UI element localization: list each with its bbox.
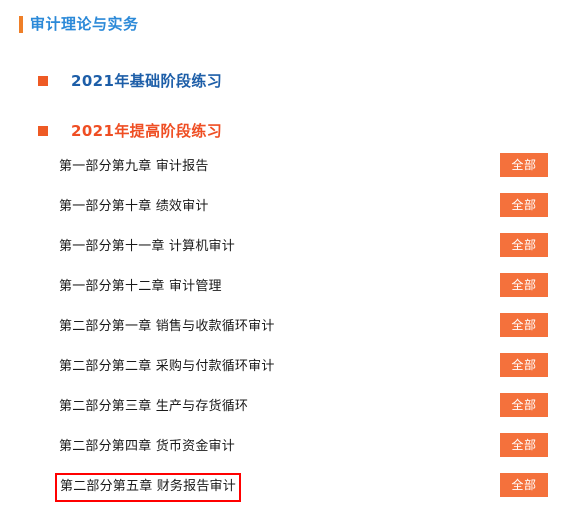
square-bullet-icon bbox=[38, 126, 48, 136]
list-item[interactable]: 第一部分第十章 绩效审计 全部 bbox=[0, 190, 568, 230]
chapter-title[interactable]: 第二部分第五章 财务报告审计 bbox=[55, 473, 241, 502]
chapter-title[interactable]: 第一部分第九章 审计报告 bbox=[57, 156, 211, 178]
view-all-button[interactable]: 全部 bbox=[500, 393, 548, 417]
view-all-button[interactable]: 全部 bbox=[500, 353, 548, 377]
chapter-title[interactable]: 第一部分第十二章 审计管理 bbox=[57, 276, 224, 298]
section-heading-basic[interactable]: 2021年基础阶段练习 bbox=[38, 70, 222, 92]
view-all-button[interactable]: 全部 bbox=[500, 273, 548, 297]
list-item[interactable]: 第二部分第三章 生产与存货循环 全部 bbox=[0, 390, 568, 430]
view-all-button[interactable]: 全部 bbox=[500, 193, 548, 217]
view-all-button[interactable]: 全部 bbox=[500, 433, 548, 457]
list-item[interactable]: 第一部分第九章 审计报告 全部 bbox=[0, 150, 568, 190]
chapter-title[interactable]: 第二部分第三章 生产与存货循环 bbox=[57, 396, 250, 418]
chapter-list: 第一部分第九章 审计报告 全部 第一部分第十章 绩效审计 全部 第一部分第十一章… bbox=[0, 150, 568, 510]
square-bullet-icon bbox=[38, 76, 48, 86]
chapter-title[interactable]: 第二部分第一章 销售与收款循环审计 bbox=[57, 316, 277, 338]
page-title-label: 审计理论与实务 bbox=[30, 14, 139, 33]
chapter-title[interactable]: 第一部分第十章 绩效审计 bbox=[57, 196, 211, 218]
section-heading-advanced[interactable]: 2021年提高阶段练习 bbox=[38, 120, 222, 142]
view-all-button[interactable]: 全部 bbox=[500, 233, 548, 257]
view-all-button[interactable]: 全部 bbox=[500, 313, 548, 337]
chapter-title[interactable]: 第二部分第四章 货币资金审计 bbox=[57, 436, 237, 458]
view-all-button[interactable]: 全部 bbox=[500, 153, 548, 177]
section-heading-basic-label: 2021年基础阶段练习 bbox=[71, 72, 223, 90]
view-all-button[interactable]: 全部 bbox=[500, 473, 548, 497]
chapter-title[interactable]: 第一部分第十一章 计算机审计 bbox=[57, 236, 237, 258]
list-item[interactable]: 第一部分第十一章 计算机审计 全部 bbox=[0, 230, 568, 270]
list-item-highlighted[interactable]: 第二部分第五章 财务报告审计 全部 bbox=[0, 470, 568, 510]
title-accent-bar-icon bbox=[19, 15, 23, 33]
page-title: 审计理论与实务 bbox=[19, 14, 139, 34]
chapter-title[interactable]: 第二部分第二章 采购与付款循环审计 bbox=[57, 356, 277, 378]
list-item[interactable]: 第二部分第四章 货币资金审计 全部 bbox=[0, 430, 568, 470]
list-item[interactable]: 第二部分第一章 销售与收款循环审计 全部 bbox=[0, 310, 568, 350]
list-item[interactable]: 第一部分第十二章 审计管理 全部 bbox=[0, 270, 568, 310]
list-item[interactable]: 第二部分第二章 采购与付款循环审计 全部 bbox=[0, 350, 568, 390]
section-heading-advanced-label: 2021年提高阶段练习 bbox=[71, 122, 223, 140]
